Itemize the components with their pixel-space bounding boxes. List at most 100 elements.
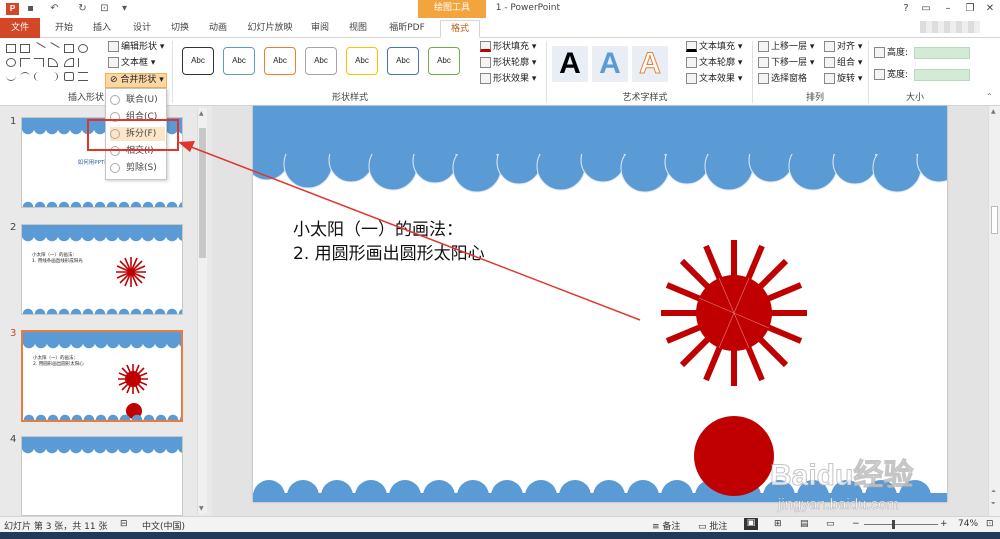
- text-outline-button[interactable]: 文本轮廓 ▾: [686, 56, 742, 70]
- wordart-style-blue[interactable]: A: [592, 46, 628, 82]
- editor-scrollbar[interactable]: ▲ ⏶ ⏷: [988, 106, 1000, 516]
- text-fill-button[interactable]: 文本填充 ▾: [686, 40, 742, 54]
- height-icon: [874, 47, 885, 58]
- wordart-style-orange[interactable]: A: [632, 46, 668, 82]
- zoom-out-icon[interactable]: −: [852, 519, 860, 529]
- restore-icon[interactable]: ❐: [962, 1, 978, 17]
- thumbnail-slide-4[interactable]: [21, 436, 183, 516]
- shape-style-7[interactable]: Abc: [428, 47, 460, 75]
- minimize-icon[interactable]: –: [940, 1, 956, 17]
- tab-foxit-pdf[interactable]: 福昕PDF: [382, 20, 432, 38]
- notes-button[interactable]: ≡ 备注: [652, 519, 680, 532]
- wordart-style-black[interactable]: A: [552, 46, 588, 82]
- ribbon-tabs: 文件 开始 插入 设计 切换 动画 幻灯片放映 审阅 视图 福昕PDF 格式: [0, 18, 1000, 38]
- collapse-ribbon-icon[interactable]: ⌃: [986, 92, 993, 101]
- shape-style-3[interactable]: Abc: [264, 47, 296, 75]
- tab-design[interactable]: 设计: [126, 20, 158, 38]
- zoom-slider-thumb[interactable]: [892, 520, 895, 529]
- reading-view-icon[interactable]: ▤: [800, 519, 809, 529]
- next-slide-icon[interactable]: ⏷: [991, 500, 996, 508]
- spellcheck-icon[interactable]: ⊟: [120, 519, 128, 529]
- tab-review[interactable]: 审阅: [304, 20, 336, 38]
- slideshow-view-icon[interactable]: ▭: [826, 519, 835, 529]
- rotate-button[interactable]: 旋转 ▾: [824, 72, 862, 86]
- thumbnail-slide-2[interactable]: 小太阳（一）的画法： 1. 用线条画直线形成阳光: [21, 224, 183, 315]
- fill-bucket-icon: [480, 41, 491, 52]
- group-label-insert-shapes: 插入形状: [67, 93, 104, 103]
- group-button[interactable]: 组合 ▾: [824, 56, 862, 70]
- tab-animations[interactable]: 动画: [202, 20, 234, 38]
- highlight-box: [87, 119, 179, 151]
- zoom-in-icon[interactable]: +: [940, 519, 948, 529]
- help-icon[interactable]: ?: [898, 1, 914, 17]
- prev-slide-icon[interactable]: ⏶: [991, 488, 996, 496]
- text-outline-icon: [686, 57, 697, 68]
- align-icon: [824, 41, 835, 52]
- scrollbar-thumb[interactable]: [199, 128, 206, 258]
- shape-style-5[interactable]: Abc: [346, 47, 378, 75]
- shape-outline-button[interactable]: 形状轮廓 ▾: [480, 56, 536, 70]
- sun-rays[interactable]: [659, 238, 809, 388]
- menu-item-subtract[interactable]: 剪除(S): [110, 161, 165, 175]
- thumb-number-2: 2: [10, 222, 17, 233]
- selection-pane-button[interactable]: 选择窗格: [758, 72, 807, 86]
- align-button[interactable]: 对齐 ▾: [824, 40, 862, 54]
- thumbnail-scrollbar[interactable]: ▲ ▼: [197, 108, 207, 514]
- tab-insert[interactable]: 插入: [86, 20, 118, 38]
- shape-style-6[interactable]: Abc: [387, 47, 419, 75]
- thumb-clouds: [22, 235, 182, 243]
- group-label-shape-styles: 形状样式: [331, 93, 368, 103]
- send-backward-icon: [758, 57, 769, 68]
- tab-home[interactable]: 开始: [48, 20, 80, 38]
- slide-sorter-icon[interactable]: ⊞: [774, 519, 782, 529]
- send-backward-button[interactable]: 下移一层 ▾: [758, 56, 814, 70]
- thumb-number-3: 3: [10, 328, 17, 339]
- slide-line-1: 小太阳（一）的画法：: [293, 220, 463, 240]
- tab-file[interactable]: 文件: [0, 18, 40, 38]
- thumb-clouds: [23, 342, 181, 350]
- scroll-down-icon[interactable]: ▼: [199, 505, 204, 512]
- slide-text[interactable]: 小太阳（一）的画法： 2. 用圆形画出圆形太阳心: [293, 218, 485, 266]
- zoom-slider[interactable]: [864, 524, 938, 525]
- shape-style-2[interactable]: Abc: [223, 47, 255, 75]
- comments-button[interactable]: ▭ 批注: [698, 519, 727, 532]
- scroll-up-icon[interactable]: ▲: [991, 108, 996, 115]
- tab-transitions[interactable]: 切换: [164, 20, 196, 38]
- zoom-level[interactable]: 74%: [958, 519, 978, 529]
- union-icon: [110, 94, 120, 105]
- width-input[interactable]: [914, 69, 970, 81]
- selection-pane-icon: [758, 73, 769, 84]
- scrollbar-thumb[interactable]: [991, 206, 998, 234]
- user-account[interactable]: [920, 21, 980, 33]
- shape-style-1[interactable]: Abc: [182, 47, 214, 75]
- shape-style-4[interactable]: Abc: [305, 47, 337, 75]
- rotate-icon: [824, 73, 835, 84]
- tab-format[interactable]: 格式: [440, 20, 480, 38]
- text-box-icon: [108, 57, 119, 68]
- height-input[interactable]: [914, 47, 970, 59]
- shape-effects-button[interactable]: 形状效果 ▾: [480, 72, 536, 86]
- merge-shapes-button[interactable]: ⊘ 合并形状 ▾: [105, 73, 167, 88]
- bring-forward-button[interactable]: 上移一层 ▾: [758, 40, 814, 54]
- sun-circle[interactable]: [694, 416, 774, 496]
- thumb-bottom-clouds: [23, 414, 181, 420]
- text-box-button[interactable]: 文本框 ▾: [108, 56, 155, 70]
- fit-slide-icon[interactable]: ⊡: [986, 519, 994, 529]
- text-effects-button[interactable]: 文本效果 ▾: [686, 72, 742, 86]
- thumb-sun: [118, 364, 148, 394]
- shape-fill-button[interactable]: 形状填充 ▾: [480, 40, 536, 54]
- current-slide[interactable]: 小太阳（一）的画法： 2. 用圆形画出圆形太阳心: [253, 106, 947, 502]
- thumb-bottom-clouds: [22, 201, 182, 207]
- normal-view-icon[interactable]: ▣: [744, 518, 758, 530]
- thumbnail-slide-3[interactable]: 小太阳（一）的画法： 2. 用圆形画出圆形太阳心: [21, 330, 183, 422]
- ribbon-display-icon[interactable]: ▭: [918, 1, 934, 17]
- tab-view[interactable]: 视图: [342, 20, 374, 38]
- menu-item-union[interactable]: 联合(U): [110, 93, 165, 107]
- scroll-up-icon[interactable]: ▲: [199, 110, 204, 117]
- thumb-clouds: [22, 447, 182, 455]
- edit-shape-button[interactable]: 编辑形状 ▾: [108, 40, 164, 54]
- width-icon: [874, 69, 885, 80]
- language-indicator[interactable]: 中文(中国): [142, 519, 185, 532]
- tab-slideshow[interactable]: 幻灯片放映: [242, 20, 298, 38]
- close-icon[interactable]: ✕: [982, 1, 998, 17]
